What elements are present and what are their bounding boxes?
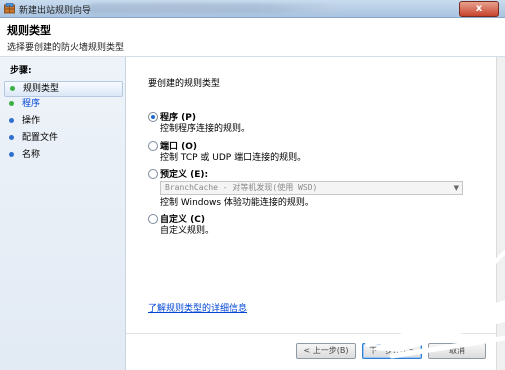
page-subtitle: 选择要创建的防火墙规则类型 <box>7 43 125 53</box>
steps-sidebar: 步骤: 规则类型 程序 操作 配置文件 名称 <box>0 57 126 370</box>
radio-port[interactable] <box>148 141 158 151</box>
rule-type-question: 要创建的规则类型 <box>148 79 221 89</box>
window-title: 新建出站规则向导 <box>19 6 92 16</box>
step-status-dot-icon <box>10 86 15 91</box>
option-predefined-label[interactable]: 预定义 (E): <box>160 167 208 180</box>
radio-program[interactable] <box>148 112 158 122</box>
title-bar[interactable]: 新建出站规则向导 x <box>0 0 505 18</box>
wizard-header: 规则类型 选择要创建的防火墙规则类型 <box>0 18 505 57</box>
radio-custom[interactable] <box>148 214 158 224</box>
radio-predefined[interactable] <box>148 169 158 179</box>
step-status-dot-icon <box>9 101 14 106</box>
step-label: 程序 <box>22 99 41 109</box>
option-custom-description: 自定义规则。 <box>160 226 215 236</box>
predefined-select-value: BranchCache - 对等机发现(使用 WSD) <box>165 183 318 192</box>
chevron-down-icon: ▼ <box>453 184 459 192</box>
firewall-app-icon <box>4 3 15 14</box>
page-title: 规则类型 <box>7 24 51 37</box>
option-program-description: 控制程序连接的规则。 <box>160 124 251 134</box>
step-status-dot-icon <box>9 152 14 157</box>
option-predefined-description: 控制 Windows 体验功能连接的规则。 <box>160 198 314 208</box>
step-program[interactable]: 程序 <box>4 97 121 111</box>
step-profile: 配置文件 <box>4 131 121 145</box>
steps-heading: 步骤: <box>10 66 32 76</box>
step-action: 操作 <box>4 114 121 128</box>
wizard-window: 新建出站规则向导 x 规则类型 选择要创建的防火墙规则类型 步骤: 规则类型 程… <box>0 0 505 370</box>
option-port-description: 控制 TCP 或 UDP 端口连接的规则。 <box>160 153 307 163</box>
step-label: 配置文件 <box>22 133 59 143</box>
footer-divider <box>126 333 496 334</box>
learn-more-link[interactable]: 了解规则类型的详细信息 <box>148 301 247 314</box>
step-status-dot-icon <box>9 118 14 123</box>
cancel-button[interactable]: 取消 <box>428 343 486 359</box>
step-status-dot-icon <box>9 135 14 140</box>
back-button[interactable]: < 上一步(B) <box>296 343 356 359</box>
step-rule-type[interactable]: 规则类型 <box>4 81 123 97</box>
step-name: 名称 <box>4 148 121 162</box>
next-button[interactable]: 下一步(N) > <box>362 343 422 359</box>
redacted-title-area <box>90 3 340 13</box>
vertical-scrollbar[interactable] <box>496 57 505 370</box>
step-label: 操作 <box>22 116 41 126</box>
close-button[interactable]: x <box>459 1 499 17</box>
step-label: 规则类型 <box>23 84 60 94</box>
predefined-rule-select[interactable]: BranchCache - 对等机发现(使用 WSD) ▼ <box>160 181 463 195</box>
step-label: 名称 <box>22 150 41 160</box>
